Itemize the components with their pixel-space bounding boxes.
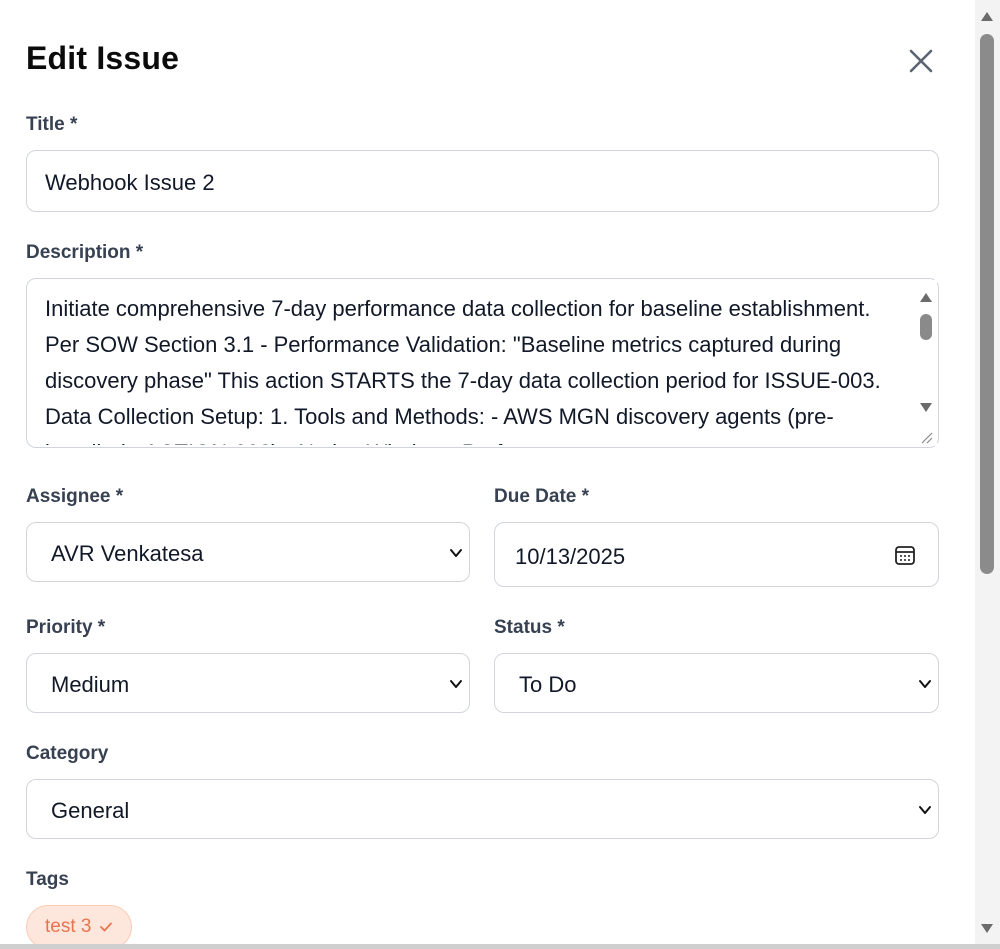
check-icon — [100, 922, 113, 932]
title-label: Title * — [26, 114, 78, 135]
due-date-value: 10/13/2025 — [515, 544, 626, 569]
tag-label: test 3 — [45, 916, 92, 937]
close-icon — [909, 49, 933, 73]
scroll-down-arrow-icon[interactable] — [920, 403, 932, 412]
page-scroll-up-arrow-icon[interactable] — [981, 12, 993, 21]
description-viewport: Initiate comprehensive 7-day performance… — [27, 279, 919, 445]
resize-handle-icon[interactable] — [919, 430, 933, 444]
priority-select[interactable]: Medium — [26, 653, 470, 713]
chevron-down-icon — [450, 680, 462, 688]
scroll-up-arrow-icon[interactable] — [920, 293, 932, 302]
description-scrollbar[interactable] — [915, 280, 937, 446]
title-input[interactable]: Webhook Issue 2 — [26, 150, 939, 212]
category-select[interactable]: General — [26, 779, 939, 839]
chevron-down-icon — [450, 549, 462, 557]
priority-selected-value: Medium — [51, 672, 130, 697]
close-button[interactable] — [904, 44, 938, 78]
assignee-selected-value: AVR Venkatesa — [51, 541, 204, 566]
status-selected-value: To Do — [519, 672, 577, 697]
assignee-label: Assignee * — [26, 486, 124, 507]
page-scroll-thumb[interactable] — [980, 34, 994, 574]
status-select[interactable]: To Do — [494, 653, 939, 713]
status-label: Status * — [494, 617, 565, 638]
due-date-label: Due Date * — [494, 486, 590, 507]
edit-issue-dialog: Edit Issue Title * Webhook Issue 2 Descr… — [0, 0, 975, 949]
tags-label: Tags — [26, 869, 69, 890]
category-selected-value: General — [51, 798, 130, 823]
tag-chip[interactable]: test 3 — [26, 905, 133, 949]
page-scrollbar[interactable] — [975, 0, 1000, 949]
dialog-title: Edit Issue — [26, 40, 180, 76]
description-textarea[interactable]: Initiate comprehensive 7-day performance… — [26, 278, 939, 448]
description-scroll-thumb[interactable] — [920, 314, 932, 340]
assignee-select[interactable]: AVR Venkatesa — [26, 522, 470, 582]
priority-label: Priority * — [26, 617, 106, 638]
description-text: Initiate comprehensive 7-day performance… — [45, 296, 881, 445]
bottom-edge — [0, 944, 1000, 949]
description-label: Description * — [26, 242, 144, 263]
chevron-down-icon — [919, 806, 931, 814]
calendar-icon[interactable] — [893, 543, 917, 567]
chevron-down-icon — [919, 680, 931, 688]
page-scroll-down-arrow-icon[interactable] — [981, 924, 993, 933]
title-input-value: Webhook Issue 2 — [45, 170, 215, 195]
due-date-input[interactable]: 10/13/2025 — [494, 522, 939, 587]
category-label: Category — [26, 743, 109, 764]
